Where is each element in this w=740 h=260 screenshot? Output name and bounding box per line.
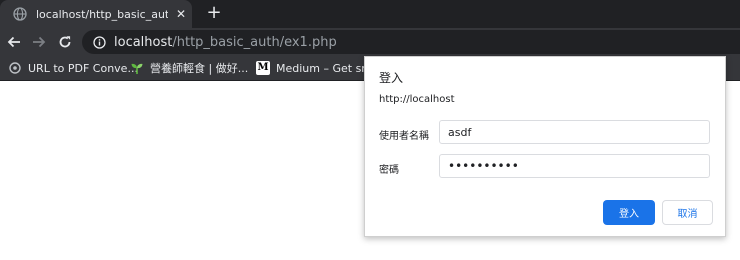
bookmark-label: 營養師輕食 | 做好... xyxy=(150,62,249,75)
browser-tab[interactable]: localhost/http_basic_auth/ex1 ✕ xyxy=(0,0,192,28)
url-host: localhost xyxy=(114,34,173,50)
browser-toolbar: localhost/http_basic_auth/ex1.php xyxy=(0,28,740,56)
sign-in-dialog: 登入 http://localhost 使用者名稱 密碼 •••••••••• … xyxy=(364,56,726,237)
globe-icon xyxy=(12,6,28,22)
reload-icon[interactable] xyxy=(55,32,75,52)
url-text[interactable]: localhost/http_basic_auth/ex1.php xyxy=(114,35,337,50)
tab-title: localhost/http_basic_auth/ex1 xyxy=(36,7,168,21)
password-input[interactable]: •••••••••• xyxy=(439,154,710,178)
dialog-origin: http://localhost xyxy=(379,94,455,105)
close-icon[interactable]: ✕ xyxy=(174,7,188,21)
new-tab-button[interactable]: + xyxy=(204,2,224,24)
username-input[interactable] xyxy=(439,120,710,144)
back-arrow-icon[interactable] xyxy=(4,32,24,52)
link-icon xyxy=(8,61,22,75)
forward-arrow-icon[interactable] xyxy=(29,32,49,52)
address-bar[interactable]: localhost/http_basic_auth/ex1.php xyxy=(82,30,740,54)
cancel-button[interactable]: 取消 xyxy=(662,200,713,225)
bookmark-label: URL to PDF Conve... xyxy=(28,61,138,75)
dialog-title: 登入 xyxy=(379,71,404,85)
bookmark-nutritionist[interactable]: 營養師輕食 | 做好... xyxy=(130,60,248,76)
password-label: 密碼 xyxy=(379,165,399,176)
username-label: 使用者名稱 xyxy=(379,131,429,142)
medium-logo-icon: M xyxy=(256,61,270,75)
medium-logo-letter: M xyxy=(257,62,269,73)
url-path: /http_basic_auth/ex1.php xyxy=(172,34,337,50)
info-icon[interactable] xyxy=(92,35,106,49)
tab-strip: localhost/http_basic_auth/ex1 ✕ + xyxy=(0,0,740,28)
sprout-icon xyxy=(130,61,144,75)
bookmark-url-to-pdf[interactable]: URL to PDF Conve... xyxy=(8,60,138,76)
sign-in-button[interactable]: 登入 xyxy=(603,200,655,225)
